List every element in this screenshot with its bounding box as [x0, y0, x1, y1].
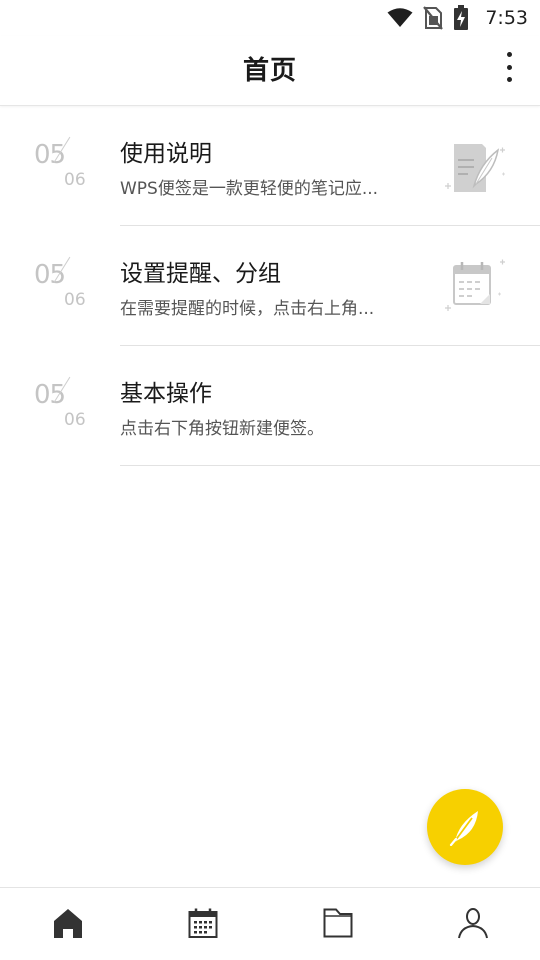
note-feather-icon — [445, 144, 505, 192]
note-title: 基本操作 — [120, 381, 212, 407]
status-icons: 7:53 — [387, 4, 528, 32]
wifi-icon — [387, 8, 413, 27]
note-list: 05 06 使用说明 WPS便签是一款更轻便的笔记应... 05 06 设置提醒… — [0, 106, 540, 466]
date-day: 06 — [64, 410, 86, 430]
nav-profile[interactable] — [405, 888, 540, 960]
more-options-button[interactable] — [500, 52, 518, 82]
date-month: 05 — [34, 260, 66, 290]
nav-folder[interactable] — [270, 888, 405, 960]
note-item[interactable]: 05 06 基本操作 点击右下角按钮新建便签。 — [0, 346, 540, 466]
feather-icon — [449, 811, 478, 846]
folder-icon — [323, 908, 352, 938]
note-date: 05 06 — [32, 376, 92, 436]
note-item[interactable]: 05 06 设置提醒、分组 在需要提醒的时候，点击右上角... — [0, 226, 540, 346]
note-item[interactable]: 05 06 使用说明 WPS便签是一款更轻便的笔记应... — [0, 106, 540, 226]
new-note-button[interactable] — [427, 789, 503, 865]
date-day: 06 — [64, 290, 86, 310]
calendar-icon — [188, 908, 217, 938]
note-snippet: WPS便签是一款更轻便的笔记应... — [120, 179, 379, 199]
app-bar: 首页 — [0, 36, 540, 106]
note-title: 使用说明 — [120, 141, 212, 167]
date-day: 06 — [64, 170, 86, 190]
no-sim-icon — [423, 6, 444, 30]
status-time: 7:53 — [485, 7, 528, 29]
note-title: 设置提醒、分组 — [120, 261, 281, 287]
battery-charging-icon — [454, 5, 469, 30]
note-date: 05 06 — [32, 136, 92, 196]
status-bar: 7:53 — [0, 0, 540, 36]
calendar-note-icon — [445, 259, 505, 311]
nav-calendar[interactable] — [135, 888, 270, 960]
nav-home[interactable] — [0, 888, 135, 960]
home-icon — [53, 909, 82, 938]
date-month: 05 — [34, 140, 66, 170]
more-vertical-icon — [506, 52, 512, 57]
date-month: 05 — [34, 380, 66, 410]
page-title: 首页 — [242, 56, 297, 86]
divider — [120, 465, 540, 466]
note-snippet: 点击右下角按钮新建便签。 — [120, 419, 324, 439]
note-snippet: 在需要提醒的时候，点击右上角... — [120, 299, 375, 319]
user-icon — [457, 908, 488, 939]
note-date: 05 06 — [32, 256, 92, 316]
bottom-nav — [0, 887, 540, 960]
